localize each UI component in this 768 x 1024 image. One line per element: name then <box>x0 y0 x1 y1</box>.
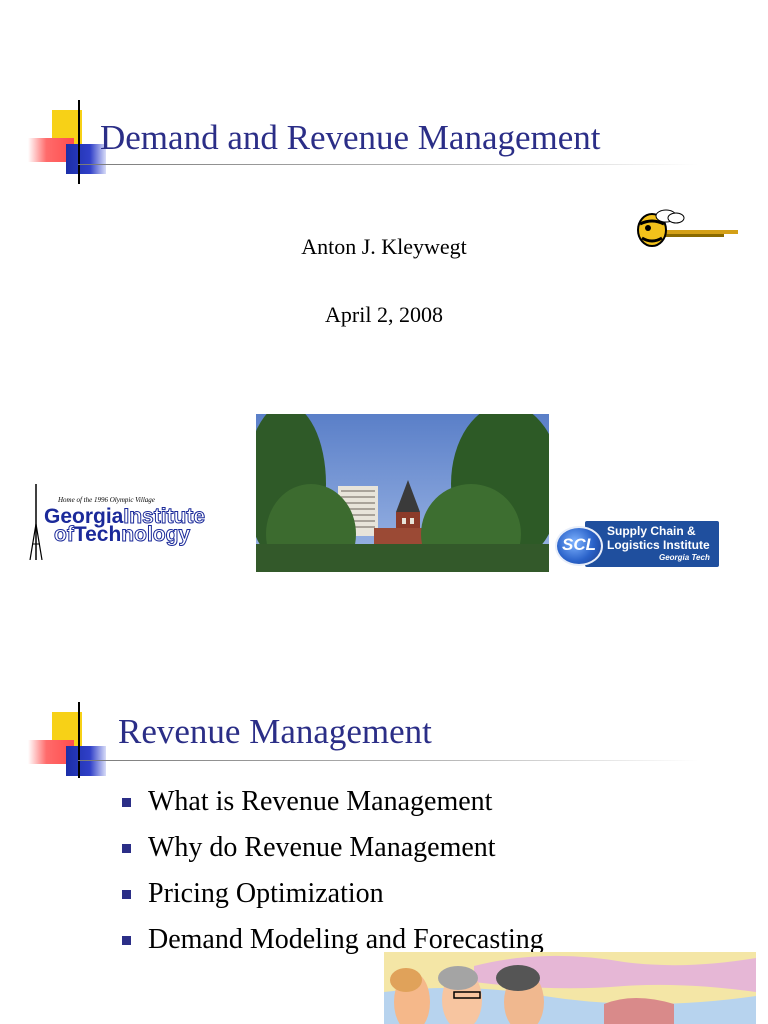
scl-line-2: Logistics Institute <box>607 538 710 552</box>
presentation-date: April 2, 2008 <box>325 302 443 327</box>
title-underline <box>78 760 698 761</box>
bullet-item: Why do Revenue Management <box>122 831 544 877</box>
scl-badge: SCL <box>555 526 603 566</box>
bullet-list: What is Revenue Management Why do Revenu… <box>122 785 544 969</box>
scl-line-3: Georgia Tech <box>659 553 710 562</box>
author-name: Anton J. Kleywegt <box>301 234 467 259</box>
title-underline <box>78 164 698 165</box>
scl-line-1: Supply Chain & <box>607 524 696 538</box>
vertical-rule <box>78 100 80 184</box>
bullet-square-icon <box>122 936 131 945</box>
bullet-square-icon <box>122 844 131 853</box>
bullet-item: What is Revenue Management <box>122 785 544 831</box>
blue-block <box>66 746 106 776</box>
campus-photo <box>256 414 549 572</box>
people-clipart <box>384 952 756 1024</box>
slide-1: Demand and Revenue Management Anton J. K… <box>0 0 768 640</box>
georgia-tech-logo: Home of the 1996 Olympic Village Georgia… <box>28 484 253 560</box>
tower-icon <box>29 484 43 560</box>
bullet-square-icon <box>122 798 131 807</box>
bullet-item: Pricing Optimization <box>122 877 544 923</box>
slide-title: Revenue Management <box>118 712 432 751</box>
gt-tagline: Home of the 1996 Olympic Village <box>58 496 155 504</box>
vertical-rule <box>78 702 80 778</box>
slide-2: Revenue Management What is Revenue Manag… <box>0 640 768 1024</box>
scl-logo: SCL Supply Chain & Logistics Institute G… <box>555 520 719 568</box>
bullet-square-icon <box>122 890 131 899</box>
gt-logo-line-2: ofTechnology <box>54 523 191 546</box>
slide-title: Demand and Revenue Management <box>100 118 601 157</box>
